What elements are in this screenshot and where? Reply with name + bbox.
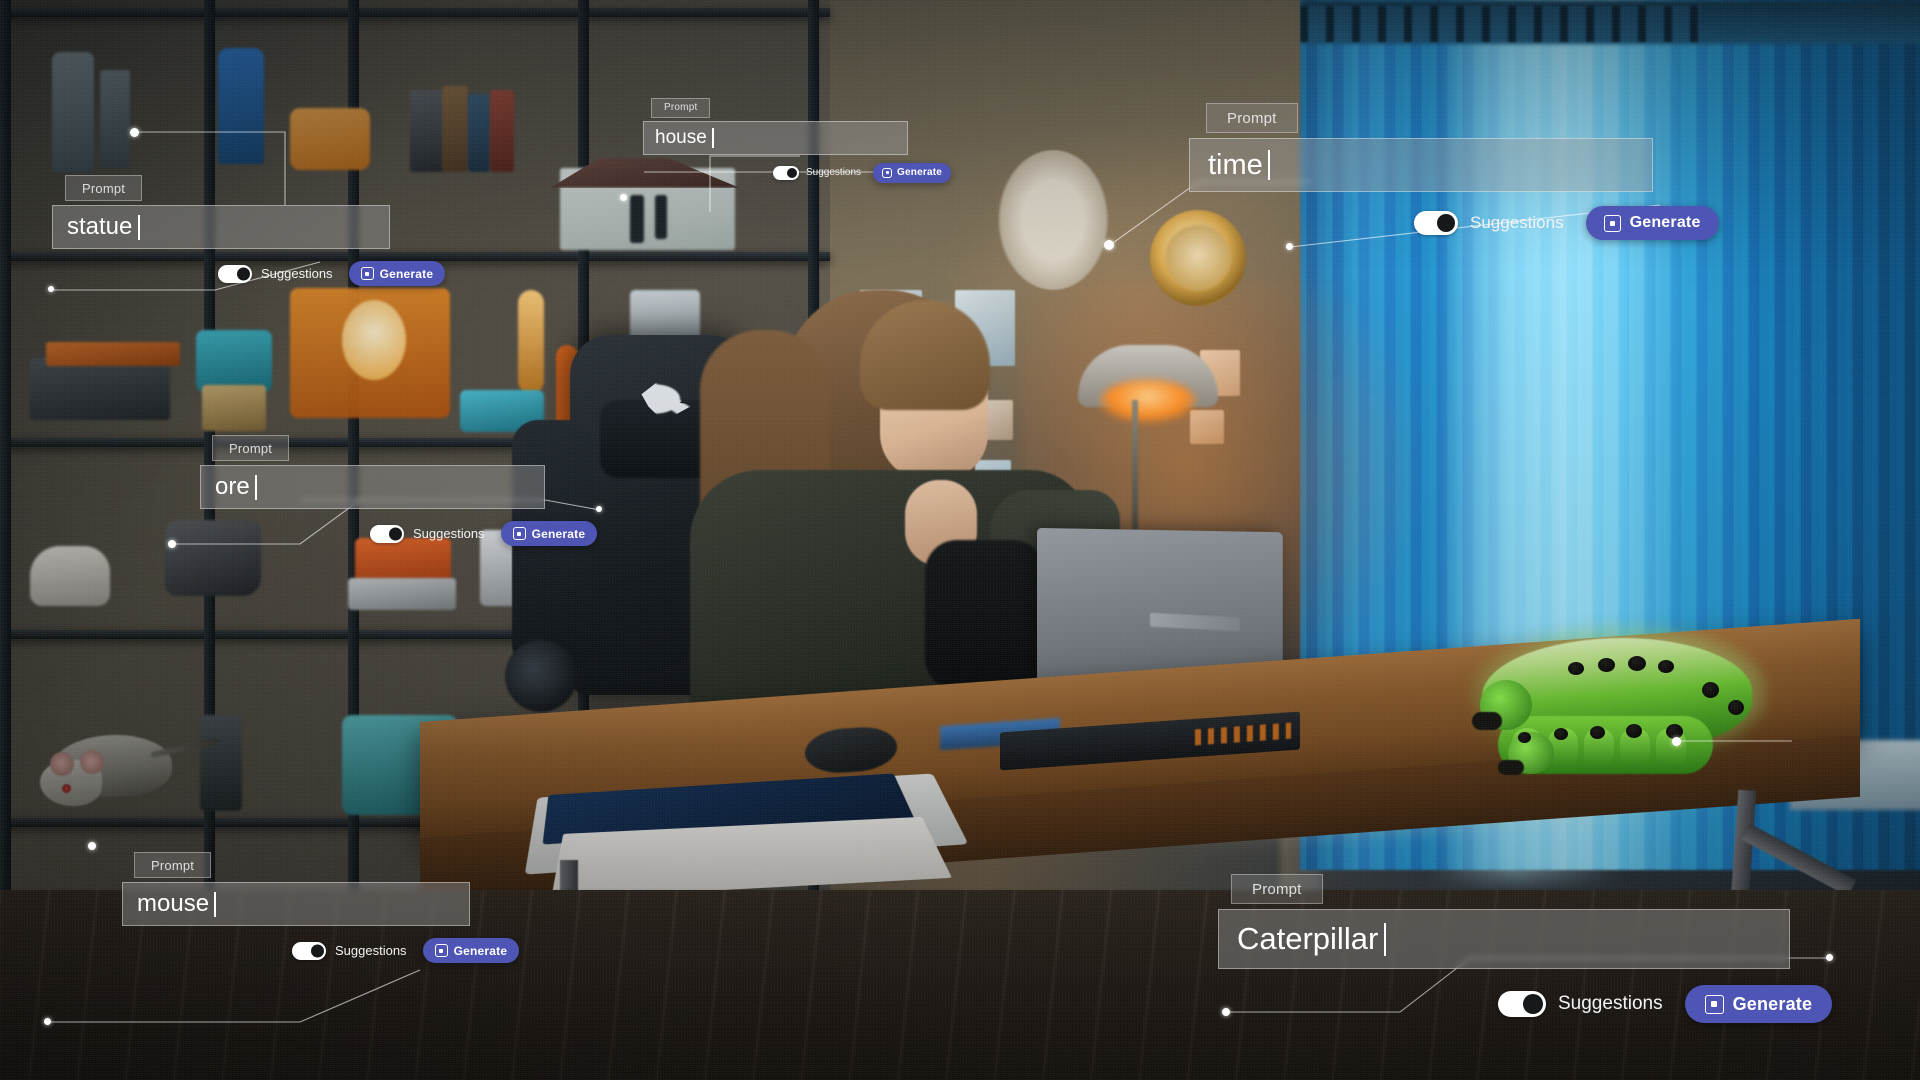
prompt-widget-ore: Prompt ore Suggestions Generate: [200, 435, 598, 546]
text-caret: [255, 474, 258, 500]
suggestions-toggle-time[interactable]: [1414, 211, 1458, 235]
generate-button-ore[interactable]: Generate: [500, 521, 598, 546]
square-dot-icon: [512, 527, 526, 540]
prompt-widget-house: Prompt house Suggestions Generate: [643, 97, 952, 183]
suggestions-label-time: Suggestions: [1470, 213, 1564, 232]
prompt-value-house: house: [655, 126, 707, 148]
anchor-dot-mouse-2: [44, 1018, 51, 1025]
text-caret: [1383, 922, 1386, 956]
prompt-label-house: Prompt: [651, 97, 711, 118]
prompt-label-time: Prompt: [1206, 103, 1298, 133]
anchor-dot-ore-2: [596, 506, 602, 512]
prompt-label-caterpillar: Prompt: [1231, 874, 1323, 904]
anchor-dot-house: [620, 194, 627, 201]
prompt-controls-ore: Suggestions Generate: [370, 521, 598, 546]
square-dot-icon: [434, 944, 448, 957]
prompt-controls-house: Suggestions Generate: [773, 162, 952, 183]
generate-label-house: Generate: [897, 167, 943, 178]
prompt-value-statue: statue: [67, 213, 133, 240]
generate-label-caterpillar: Generate: [1732, 993, 1813, 1014]
generate-label-statue: Generate: [379, 266, 434, 281]
leader-line-mouse: [48, 969, 421, 1023]
prompt-controls-time: Suggestions Generate: [1414, 206, 1719, 240]
square-dot-icon: [360, 267, 374, 280]
prompt-label-statue: Prompt: [65, 175, 143, 201]
generate-button-statue[interactable]: Generate: [348, 261, 446, 286]
prompt-input-house[interactable]: house: [643, 120, 908, 155]
prompt-value-ore: ore: [215, 473, 250, 500]
prompt-widget-statue: Prompt statue Suggestions Generate: [52, 175, 446, 286]
suggestions-label-caterpillar: Suggestions: [1558, 993, 1663, 1014]
prompt-input-time[interactable]: time: [1189, 138, 1653, 192]
toggle-knob: [1437, 214, 1455, 232]
generate-label-ore: Generate: [531, 526, 586, 541]
prompt-input-ore[interactable]: ore: [200, 465, 545, 509]
suggestions-toggle-statue[interactable]: [218, 264, 252, 283]
suggestions-toggle-mouse[interactable]: [292, 941, 326, 960]
suggestions-label-mouse: Suggestions: [335, 943, 407, 958]
suggestions-label-statue: Suggestions: [261, 266, 333, 281]
anchor-dot-ore: [168, 540, 176, 548]
generate-button-caterpillar[interactable]: Generate: [1684, 985, 1833, 1023]
generate-button-time[interactable]: Generate: [1585, 206, 1719, 240]
suggestions-toggle-ore[interactable]: [370, 524, 404, 543]
prompt-input-mouse[interactable]: mouse: [122, 882, 470, 926]
toggle-knob: [236, 267, 250, 280]
prompt-value-time: time: [1208, 148, 1263, 181]
generate-label-mouse: Generate: [453, 943, 508, 958]
toggle-knob: [787, 167, 797, 178]
prompt-value-caterpillar: Caterpillar: [1237, 921, 1379, 956]
text-caret: [712, 127, 714, 148]
suggestions-label-ore: Suggestions: [413, 526, 485, 541]
prompt-controls-statue: Suggestions Generate: [218, 261, 446, 286]
anchor-dot-statue-2: [48, 286, 54, 292]
anchor-dot-time: [1104, 240, 1114, 250]
generate-label-time: Generate: [1629, 214, 1701, 231]
screenshot-root: Prompt statue Suggestions Generate Promp…: [0, 0, 1920, 1080]
anchor-dot-statue: [130, 128, 139, 137]
suggestions-label-house: Suggestions: [806, 167, 862, 178]
generate-button-house[interactable]: Generate: [873, 162, 952, 183]
suggestions-toggle-caterpillar[interactable]: [1498, 991, 1546, 1017]
prompt-label-ore: Prompt: [212, 435, 290, 461]
text-caret: [214, 891, 217, 917]
suggestions-toggle-house[interactable]: [773, 165, 799, 180]
prompt-widget-caterpillar: Prompt Caterpillar Suggestions Generate: [1218, 874, 1833, 1023]
prompt-input-statue[interactable]: statue: [52, 205, 390, 249]
text-caret: [1268, 150, 1271, 180]
prompt-widget-mouse: Prompt mouse Suggestions Generate: [122, 852, 520, 963]
prompt-controls-caterpillar: Suggestions Generate: [1498, 985, 1833, 1023]
prompt-input-caterpillar[interactable]: Caterpillar: [1218, 909, 1790, 969]
prompt-widget-time: Prompt time Suggestions Generate: [1189, 103, 1719, 240]
anchor-dot-mouse: [88, 842, 96, 850]
text-caret: [137, 214, 140, 240]
anchor-dot-caterpillar-3: [1826, 954, 1833, 961]
prompt-overlay-layer: Prompt statue Suggestions Generate Promp…: [0, 0, 1920, 1080]
prompt-value-mouse: mouse: [137, 890, 210, 917]
toggle-knob: [388, 527, 402, 540]
square-dot-icon: [1704, 994, 1724, 1014]
anchor-dot-caterpillar: [1672, 737, 1681, 746]
square-dot-icon: [1603, 214, 1621, 232]
anchor-dot-time-2: [1286, 243, 1293, 250]
square-dot-icon: [882, 167, 893, 178]
toggle-knob: [310, 944, 324, 957]
generate-button-mouse[interactable]: Generate: [422, 938, 520, 963]
toggle-knob: [1523, 994, 1543, 1014]
prompt-label-mouse: Prompt: [134, 852, 212, 878]
prompt-controls-mouse: Suggestions Generate: [292, 938, 520, 963]
